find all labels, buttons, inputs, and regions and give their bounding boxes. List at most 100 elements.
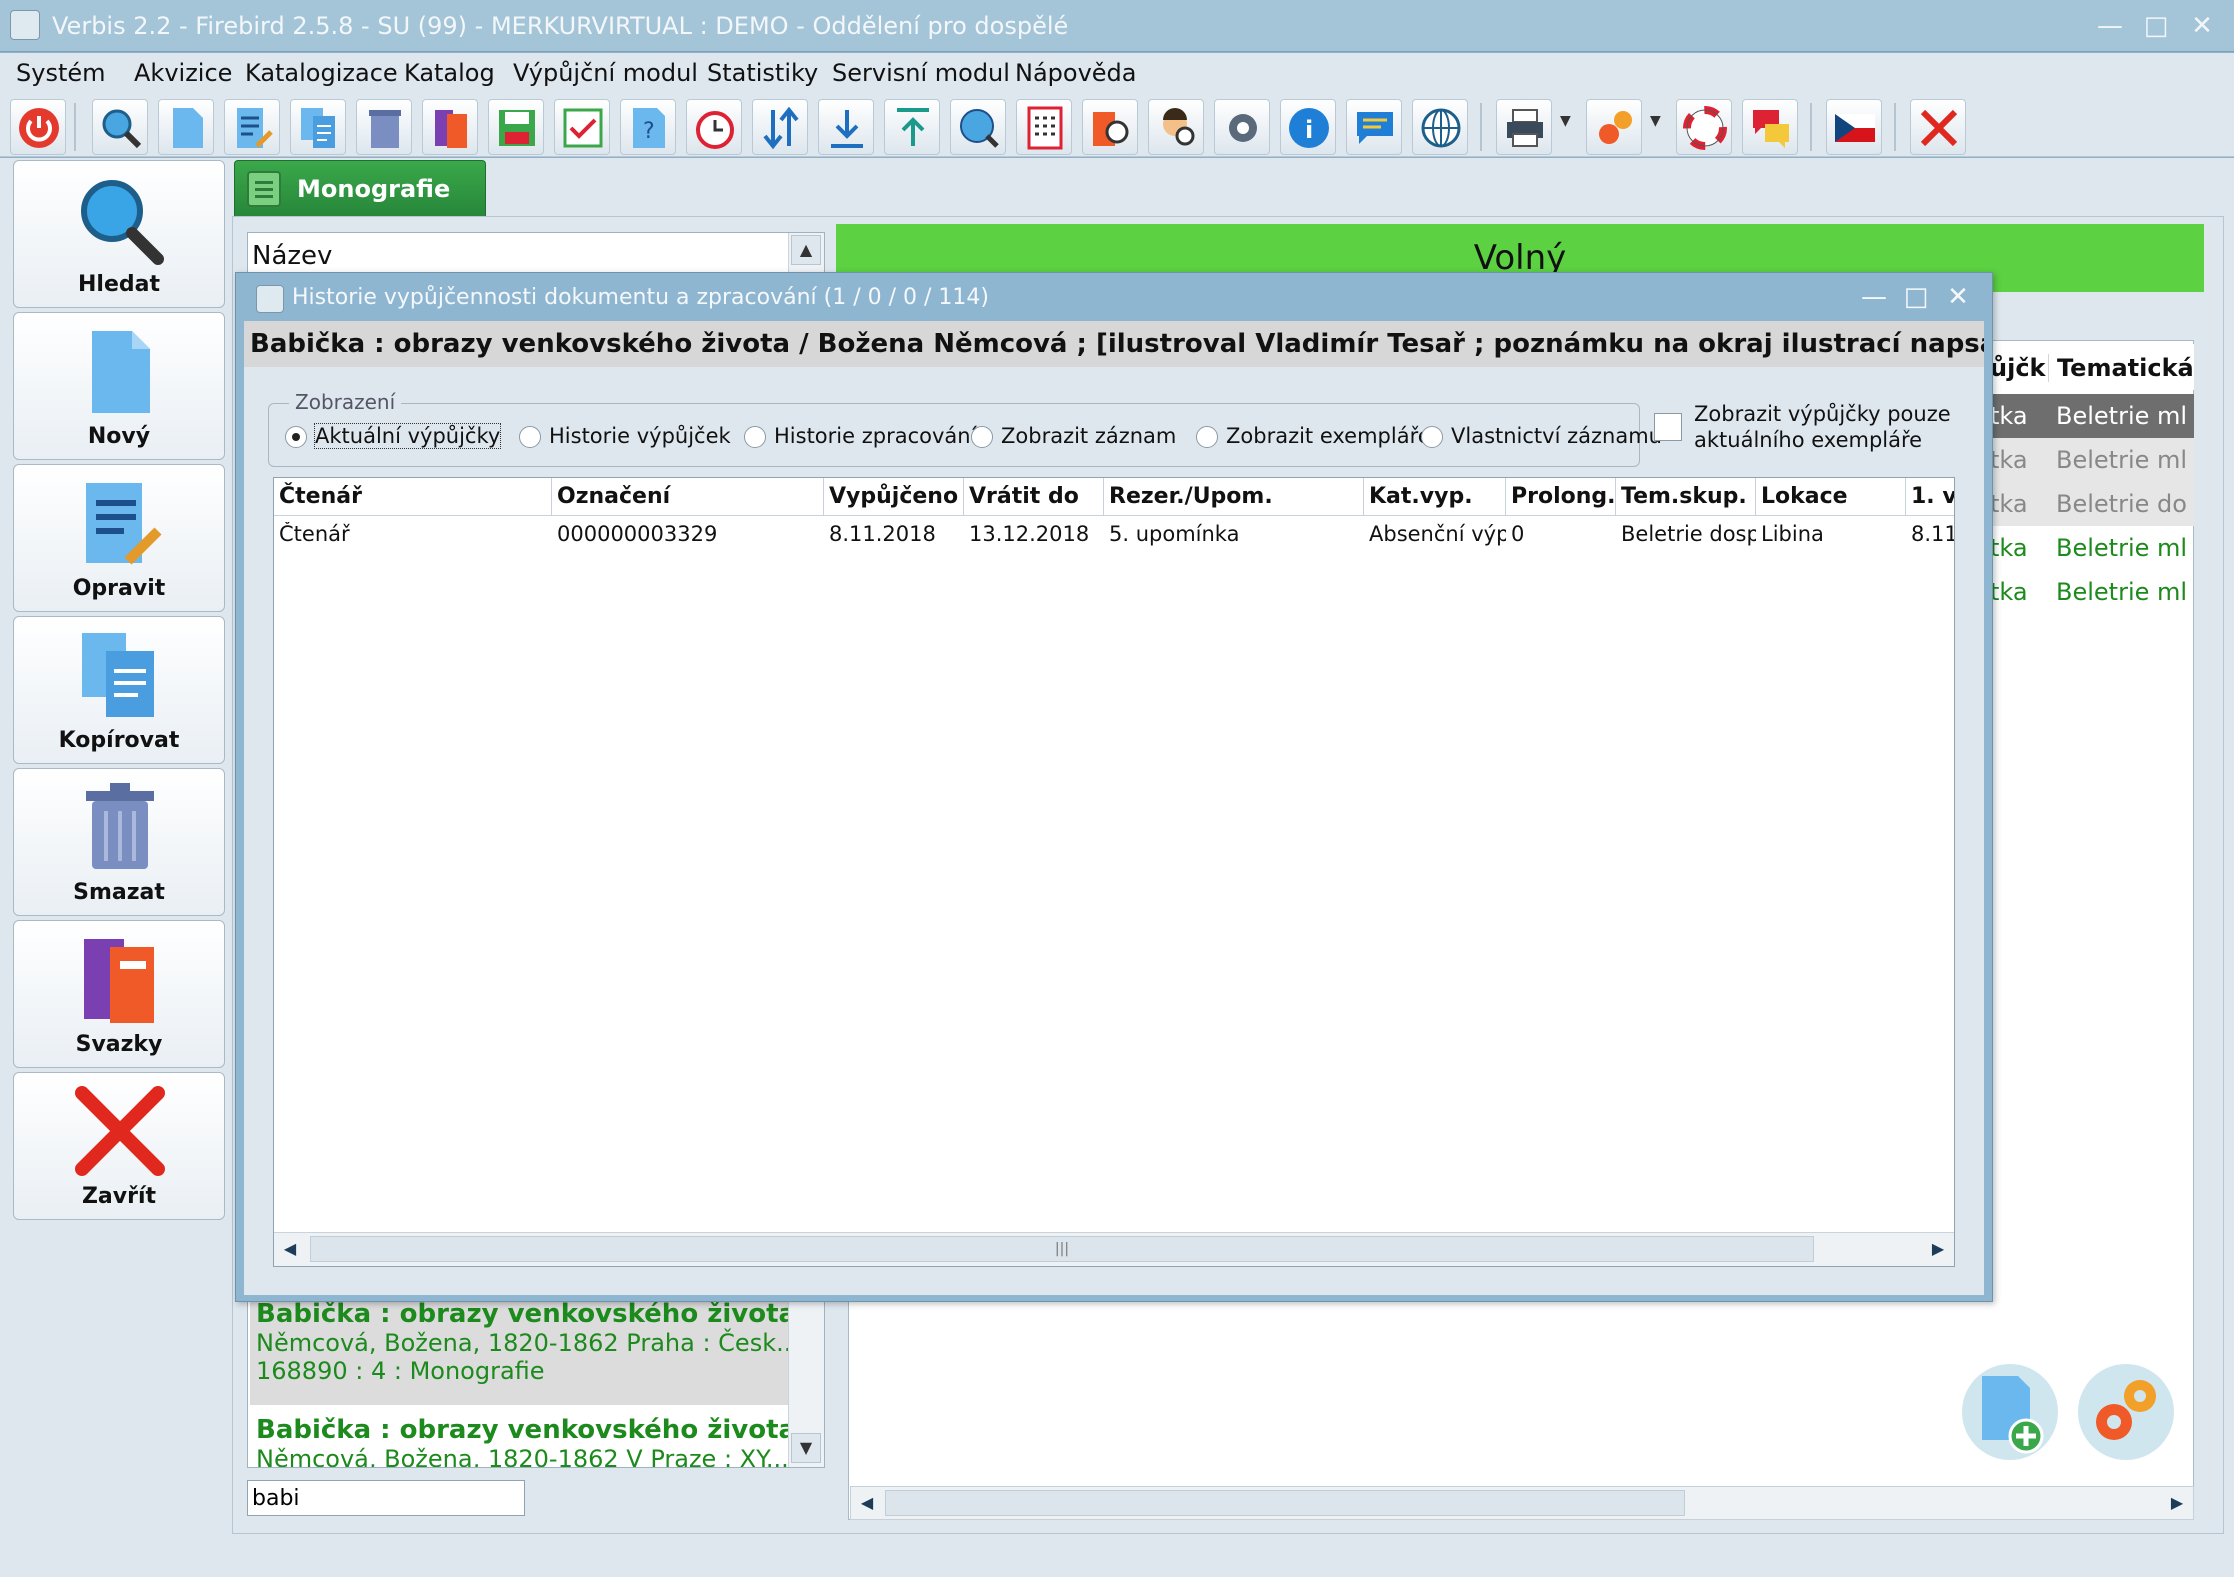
comment-icon[interactable] <box>1346 99 1402 155</box>
settings-button[interactable] <box>2078 1364 2174 1460</box>
column-header[interactable]: 1. v <box>1906 478 1954 516</box>
menu-katalogizace[interactable]: Katalogizace <box>245 59 398 87</box>
column-header[interactable]: Vrátit do <box>964 478 1104 516</box>
scroll-up-icon[interactable]: ▲ <box>791 235 821 265</box>
scroll-right-icon[interactable]: ▶ <box>1924 1235 1952 1263</box>
table-row[interactable]: tka Beletrie mlá <box>1990 570 2194 614</box>
info-icon[interactable]: i <box>1280 99 1336 155</box>
column-header[interactable]: Čtenář <box>274 478 552 516</box>
download-icon[interactable] <box>818 99 874 155</box>
scroll-left-icon[interactable]: ◀ <box>276 1235 304 1263</box>
loans-grid[interactable]: Čtenář Označení Vypůjčeno Vrátit do Reze… <box>273 477 1955 1267</box>
add-document-button[interactable] <box>1962 1364 2058 1460</box>
edit-button[interactable]: Opravit <box>13 464 225 612</box>
alarm-clock-icon[interactable] <box>686 99 742 155</box>
maximize-icon[interactable]: □ <box>2136 8 2176 44</box>
column-header[interactable]: ůjčk <box>1990 354 2046 382</box>
items-table-scrollbar[interactable]: ◀ ▶ <box>850 1486 2194 1520</box>
maximize-icon[interactable]: □ <box>1898 279 1934 315</box>
close-icon[interactable]: ✕ <box>2182 8 2222 44</box>
scroll-left-icon[interactable]: ◀ <box>853 1489 881 1517</box>
tab-monografie[interactable]: Monografie <box>234 160 486 216</box>
save-icon[interactable] <box>488 99 544 155</box>
current-copy-checkbox[interactable] <box>1654 413 1682 441</box>
chat-icon[interactable] <box>1742 99 1798 155</box>
menu-napoveda[interactable]: Nápověda <box>1015 59 1137 87</box>
books-icon[interactable] <box>422 99 478 155</box>
czech-flag-icon[interactable] <box>1826 99 1882 155</box>
grid-cell[interactable]: Čtenář <box>274 522 552 556</box>
menu-statistiky[interactable]: Statistiky <box>707 59 818 87</box>
delete-button[interactable]: Smazat <box>13 768 225 916</box>
menu-servisni-modul[interactable]: Servisní modul <box>832 59 1010 87</box>
radio-label: Zobrazit exempláře <box>1226 424 1431 448</box>
radio-icon <box>744 426 766 448</box>
menu-system[interactable]: Systém <box>16 59 106 87</box>
copy-icon[interactable] <box>290 99 346 155</box>
book-search-icon[interactable] <box>1082 99 1138 155</box>
table-row[interactable]: tka Beletrie mlá <box>1990 394 2194 438</box>
column-header[interactable]: Tematická <box>2048 354 2194 382</box>
volumes-button[interactable]: Svazky <box>13 920 225 1068</box>
column-header[interactable]: Tem.skup. <box>1616 478 1756 516</box>
checklist-icon[interactable] <box>554 99 610 155</box>
close-red-icon[interactable] <box>1910 99 1966 155</box>
minimize-icon[interactable]: — <box>1856 279 1892 315</box>
search-input[interactable] <box>247 1480 525 1516</box>
column-header[interactable]: Kat.vyp. <box>1364 478 1506 516</box>
settings-gear-icon[interactable] <box>1214 99 1270 155</box>
table-row[interactable]: tka Beletrie mlá <box>1990 438 2194 482</box>
scroll-right-icon[interactable]: ▶ <box>2163 1489 2191 1517</box>
grid-cell[interactable]: 8.11 <box>1906 522 1954 556</box>
user-search-icon[interactable] <box>1148 99 1204 155</box>
minimize-icon[interactable]: — <box>2090 8 2130 44</box>
new-document-icon[interactable] <box>158 99 214 155</box>
column-header[interactable]: Vypůjčeno <box>824 478 964 516</box>
scroll-down-icon[interactable]: ▼ <box>791 1433 821 1463</box>
table-row[interactable]: tka Beletrie mlá <box>1990 526 2194 570</box>
grid-cell[interactable]: 0 <box>1506 522 1616 556</box>
grid-cell[interactable]: Beletrie dospě <box>1616 522 1756 556</box>
trash-icon[interactable] <box>356 99 412 155</box>
grid-cell[interactable]: 13.12.2018 <box>964 522 1104 556</box>
gears-icon[interactable] <box>1586 99 1642 155</box>
globe-search-icon[interactable] <box>950 99 1006 155</box>
grid-cell[interactable]: Absenční výp <box>1364 522 1506 556</box>
app-icon <box>256 285 284 313</box>
grid-cell[interactable]: 5. upomínka <box>1104 522 1364 556</box>
sort-arrows-icon[interactable] <box>752 99 808 155</box>
gears-dropdown-icon[interactable]: ▼ <box>1650 113 1664 137</box>
grid-cell[interactable]: 000000003329 <box>552 522 824 556</box>
menu-akvizice[interactable]: Akvizice <box>134 59 232 87</box>
grid-cell[interactable]: 8.11.2018 <box>824 522 964 556</box>
search-button[interactable]: Hledat <box>13 160 225 308</box>
lifebuoy-icon[interactable] <box>1676 99 1732 155</box>
scroll-thumb[interactable] <box>885 1490 1685 1516</box>
edit-icon[interactable] <box>224 99 280 155</box>
grid-cell[interactable]: Libina <box>1756 522 1906 556</box>
close-icon[interactable]: ✕ <box>1940 279 1976 315</box>
new-button[interactable]: Nový <box>13 312 225 460</box>
menu-katalog[interactable]: Katalog <box>404 59 495 87</box>
list-item[interactable]: Babička : obrazy venkovského života ... … <box>250 1411 788 1467</box>
power-icon[interactable] <box>10 99 66 155</box>
help-document-icon[interactable]: ? <box>620 99 676 155</box>
list-item[interactable]: Babička : obrazy venkovského života ... … <box>250 1295 788 1405</box>
close-button[interactable]: Zavřít <box>13 1072 225 1220</box>
search-icon[interactable] <box>92 99 148 155</box>
copy-button[interactable]: Kopírovat <box>13 616 225 764</box>
upload-icon[interactable] <box>884 99 940 155</box>
column-header[interactable]: Lokace <box>1756 478 1906 516</box>
printer-dropdown-icon[interactable]: ▼ <box>1560 113 1574 137</box>
table-row[interactable]: tka Beletrie dos <box>1990 482 2194 526</box>
grid-scrollbar[interactable]: ◀ ||| ▶ <box>274 1232 1954 1266</box>
scroll-thumb[interactable]: ||| <box>310 1236 1814 1262</box>
calculator-icon[interactable] <box>1016 99 1072 155</box>
column-header[interactable]: Prolong. <box>1506 478 1616 516</box>
column-header[interactable]: Označení <box>552 478 824 516</box>
column-header[interactable]: Rezer./Upom. <box>1104 478 1364 516</box>
tab-monografie-label: Monografie <box>297 175 451 203</box>
globe-icon[interactable] <box>1412 99 1468 155</box>
menu-vypujcni-modul[interactable]: Výpůjční modul <box>513 59 698 87</box>
printer-icon[interactable] <box>1496 99 1552 155</box>
